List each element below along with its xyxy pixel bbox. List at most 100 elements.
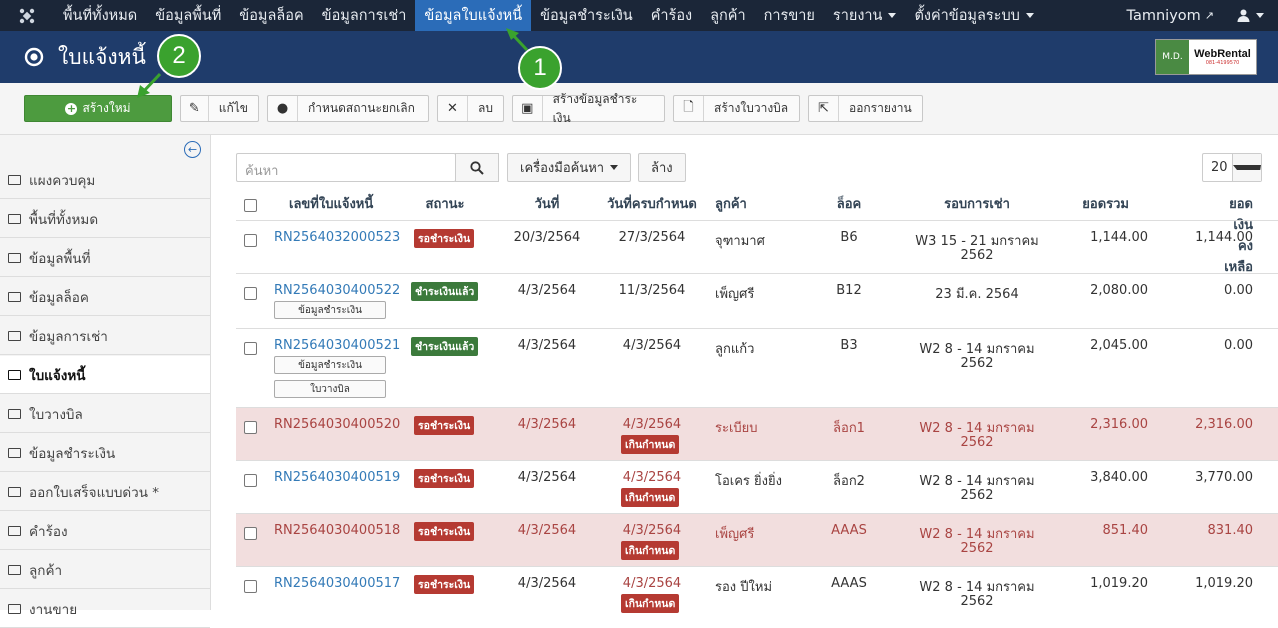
nav-user-menu[interactable]: [1228, 0, 1278, 31]
chevron-down-icon: [610, 165, 619, 170]
overdue-badge: เกินกำหนด: [621, 541, 680, 560]
select-all-checkbox[interactable]: [244, 199, 257, 212]
create-payment-button[interactable]: ▣ สร้างข้อมูลชำระเงิน: [512, 92, 665, 125]
nav-all-areas[interactable]: พื้นที่ทั้งหมด: [54, 0, 146, 31]
sidebar-item-area-data[interactable]: ข้อมูลพื้นที่: [0, 239, 210, 277]
invoice-date: 4/3/2564: [517, 417, 577, 432]
nav-customers[interactable]: ลูกค้า: [701, 0, 755, 31]
row-checkbox[interactable]: [244, 234, 257, 247]
col-lock[interactable]: ล็อค: [837, 193, 861, 214]
due-date: 27/3/2564: [618, 230, 686, 245]
square-icon: ▣: [513, 96, 543, 121]
sidebar-item-rental-data[interactable]: ข้อมูลการเช่า: [0, 317, 210, 355]
due-date: 11/3/2564: [618, 283, 686, 298]
rental-period: 23 มี.ค. 2564: [935, 287, 1019, 302]
row-checkbox[interactable]: [244, 287, 257, 300]
nav-requests[interactable]: คำร้อง: [642, 0, 701, 31]
row-checkbox[interactable]: [244, 580, 257, 593]
sidebar-item-requests[interactable]: คำร้อง: [0, 512, 210, 550]
folder-icon: [8, 564, 21, 575]
col-total[interactable]: ยอดรวม: [1082, 193, 1129, 214]
col-customer[interactable]: ลูกค้า: [715, 193, 747, 214]
plus-circle-icon: +: [65, 102, 78, 115]
row-checkbox[interactable]: [244, 342, 257, 355]
payment-info-button[interactable]: ข้อมูลชำระเงิน: [274, 356, 386, 374]
overdue-badge: เกินกำหนด: [621, 435, 680, 454]
sidebar-item-all-areas[interactable]: พื้นที่ทั้งหมด: [0, 200, 210, 238]
total-amount: 1,144.00: [1090, 230, 1148, 245]
payment-info-button[interactable]: ข้อมูลชำระเงิน: [274, 301, 386, 319]
folder-icon: [8, 174, 21, 185]
search-button[interactable]: [455, 153, 499, 182]
invoice-link[interactable]: RN2564030400521: [274, 338, 400, 353]
due-date: 4/3/2564: [622, 576, 682, 591]
create-bill-button[interactable]: 🗋 สร้างใบวางบิล: [673, 95, 800, 122]
invoice-link[interactable]: RN2564030400518: [274, 523, 400, 538]
sidebar-item-lock-data[interactable]: ข้อมูลล็อค: [0, 278, 210, 316]
due-date: 4/3/2564: [622, 417, 682, 432]
row-checkbox[interactable]: [244, 421, 257, 434]
bill-button[interactable]: ใบวางบิล: [274, 380, 386, 398]
invoice-link[interactable]: RN2564032000523: [274, 230, 400, 245]
close-icon: ✕: [438, 96, 468, 121]
folder-icon: [8, 330, 21, 341]
edit-icon: ✎: [181, 96, 209, 121]
sidebar-item-payment-data[interactable]: ข้อมูลชำระเงิน: [0, 434, 210, 472]
nav-rental-data[interactable]: ข้อมูลการเช่า: [313, 0, 416, 31]
nav-reports[interactable]: รายงาน: [824, 0, 906, 31]
set-cancel-status-button[interactable]: ● กำหนดสถานะยกเลิก: [267, 95, 429, 122]
nav-payment-data[interactable]: ข้อมูลชำระเงิน: [531, 0, 642, 31]
col-status[interactable]: สถานะ: [426, 193, 465, 214]
invoice-date: 4/3/2564: [517, 470, 577, 485]
balance-amount: 1,019.20: [1195, 576, 1253, 591]
sidebar-item-customers[interactable]: ลูกค้า: [0, 551, 210, 589]
table-row: RN2564030400521 ข้อมูลชำระเงิน ใบวางบิล …: [236, 328, 1278, 407]
clear-button[interactable]: ล้าง: [638, 153, 686, 182]
sidebar-item-bills[interactable]: ใบวางบิล: [0, 395, 210, 433]
nav-sales[interactable]: การขาย: [755, 0, 824, 31]
col-due-date[interactable]: วันที่ครบกำหนด: [607, 193, 697, 214]
sidebar-item-invoices[interactable]: ใบแจ้งหนี้: [0, 356, 210, 394]
invoice-link[interactable]: RN2564030400522: [274, 283, 400, 298]
col-date[interactable]: วันที่: [535, 193, 560, 214]
invoice-link[interactable]: RN2564030400519: [274, 470, 400, 485]
target-icon: [24, 47, 44, 67]
due-date: 4/3/2564: [622, 338, 682, 353]
rental-period-year: 2562: [960, 541, 994, 556]
invoice-link[interactable]: RN2564030400517: [274, 576, 400, 591]
rental-period-year: 2562: [960, 248, 994, 263]
nav-area-data[interactable]: ข้อมูลพื้นที่: [146, 0, 230, 31]
edit-button[interactable]: ✎ แก้ไข: [180, 95, 259, 122]
row-checkbox[interactable]: [244, 527, 257, 540]
invoice-link[interactable]: RN2564030400520: [274, 417, 400, 432]
table-row: RN2564030400520 รอชำระเงิน 4/3/2564 4/3/…: [236, 407, 1278, 460]
nav-invoice-data[interactable]: ข้อมูลใบแจ้งหนี้: [415, 0, 532, 31]
table-row: RN2564030400517 รอชำระเงิน 4/3/2564 4/3/…: [236, 566, 1278, 613]
customer-name: รอง ปีใหม่: [715, 580, 773, 595]
sidebar-item-sales[interactable]: งานขาย: [0, 590, 210, 628]
joomla-logo-icon[interactable]: [0, 0, 54, 31]
nav-settings[interactable]: ตั้งค่าข้อมูลระบบ: [905, 0, 1042, 31]
delete-button[interactable]: ✕ ลบ: [437, 95, 504, 122]
status-badge: ชำระเงินแล้ว: [411, 337, 479, 356]
customer-name: ระเบียบ: [715, 421, 758, 436]
balance-amount: 2,316.00: [1195, 417, 1253, 432]
status-badge: รอชำระเงิน: [414, 229, 475, 248]
col-period[interactable]: รอบการเช่า: [944, 193, 1010, 214]
search-input[interactable]: ค้นหา: [236, 153, 456, 182]
export-button[interactable]: ⇱ ออกรายงาน: [808, 95, 923, 122]
collapse-sidebar-icon[interactable]: ←: [184, 141, 201, 158]
brand-logo: M.D. WebRental 081-4199570: [1155, 39, 1257, 75]
row-checkbox[interactable]: [244, 474, 257, 487]
sidebar-item-dashboard[interactable]: แผงควบคุม: [0, 161, 210, 199]
lock-code: B3: [840, 338, 858, 353]
nav-lock-data[interactable]: ข้อมูลล็อค: [230, 0, 312, 31]
nav-user-site-link[interactable]: Tamniyom ↗: [1118, 0, 1228, 31]
page-size-select[interactable]: 20: [1202, 153, 1262, 182]
total-amount: 2,045.00: [1090, 338, 1148, 353]
sidebar-item-quick-receipt[interactable]: ออกใบเสร็จแบบด่วน *: [0, 473, 210, 511]
col-invoice-no[interactable]: เลขที่ใบแจ้งหนี้: [289, 193, 373, 214]
status-badge: รอชำระเงิน: [414, 575, 475, 594]
search-tools-button[interactable]: เครื่องมือค้นหา: [507, 153, 632, 182]
create-new-button[interactable]: + สร้างใหม่: [24, 95, 172, 122]
